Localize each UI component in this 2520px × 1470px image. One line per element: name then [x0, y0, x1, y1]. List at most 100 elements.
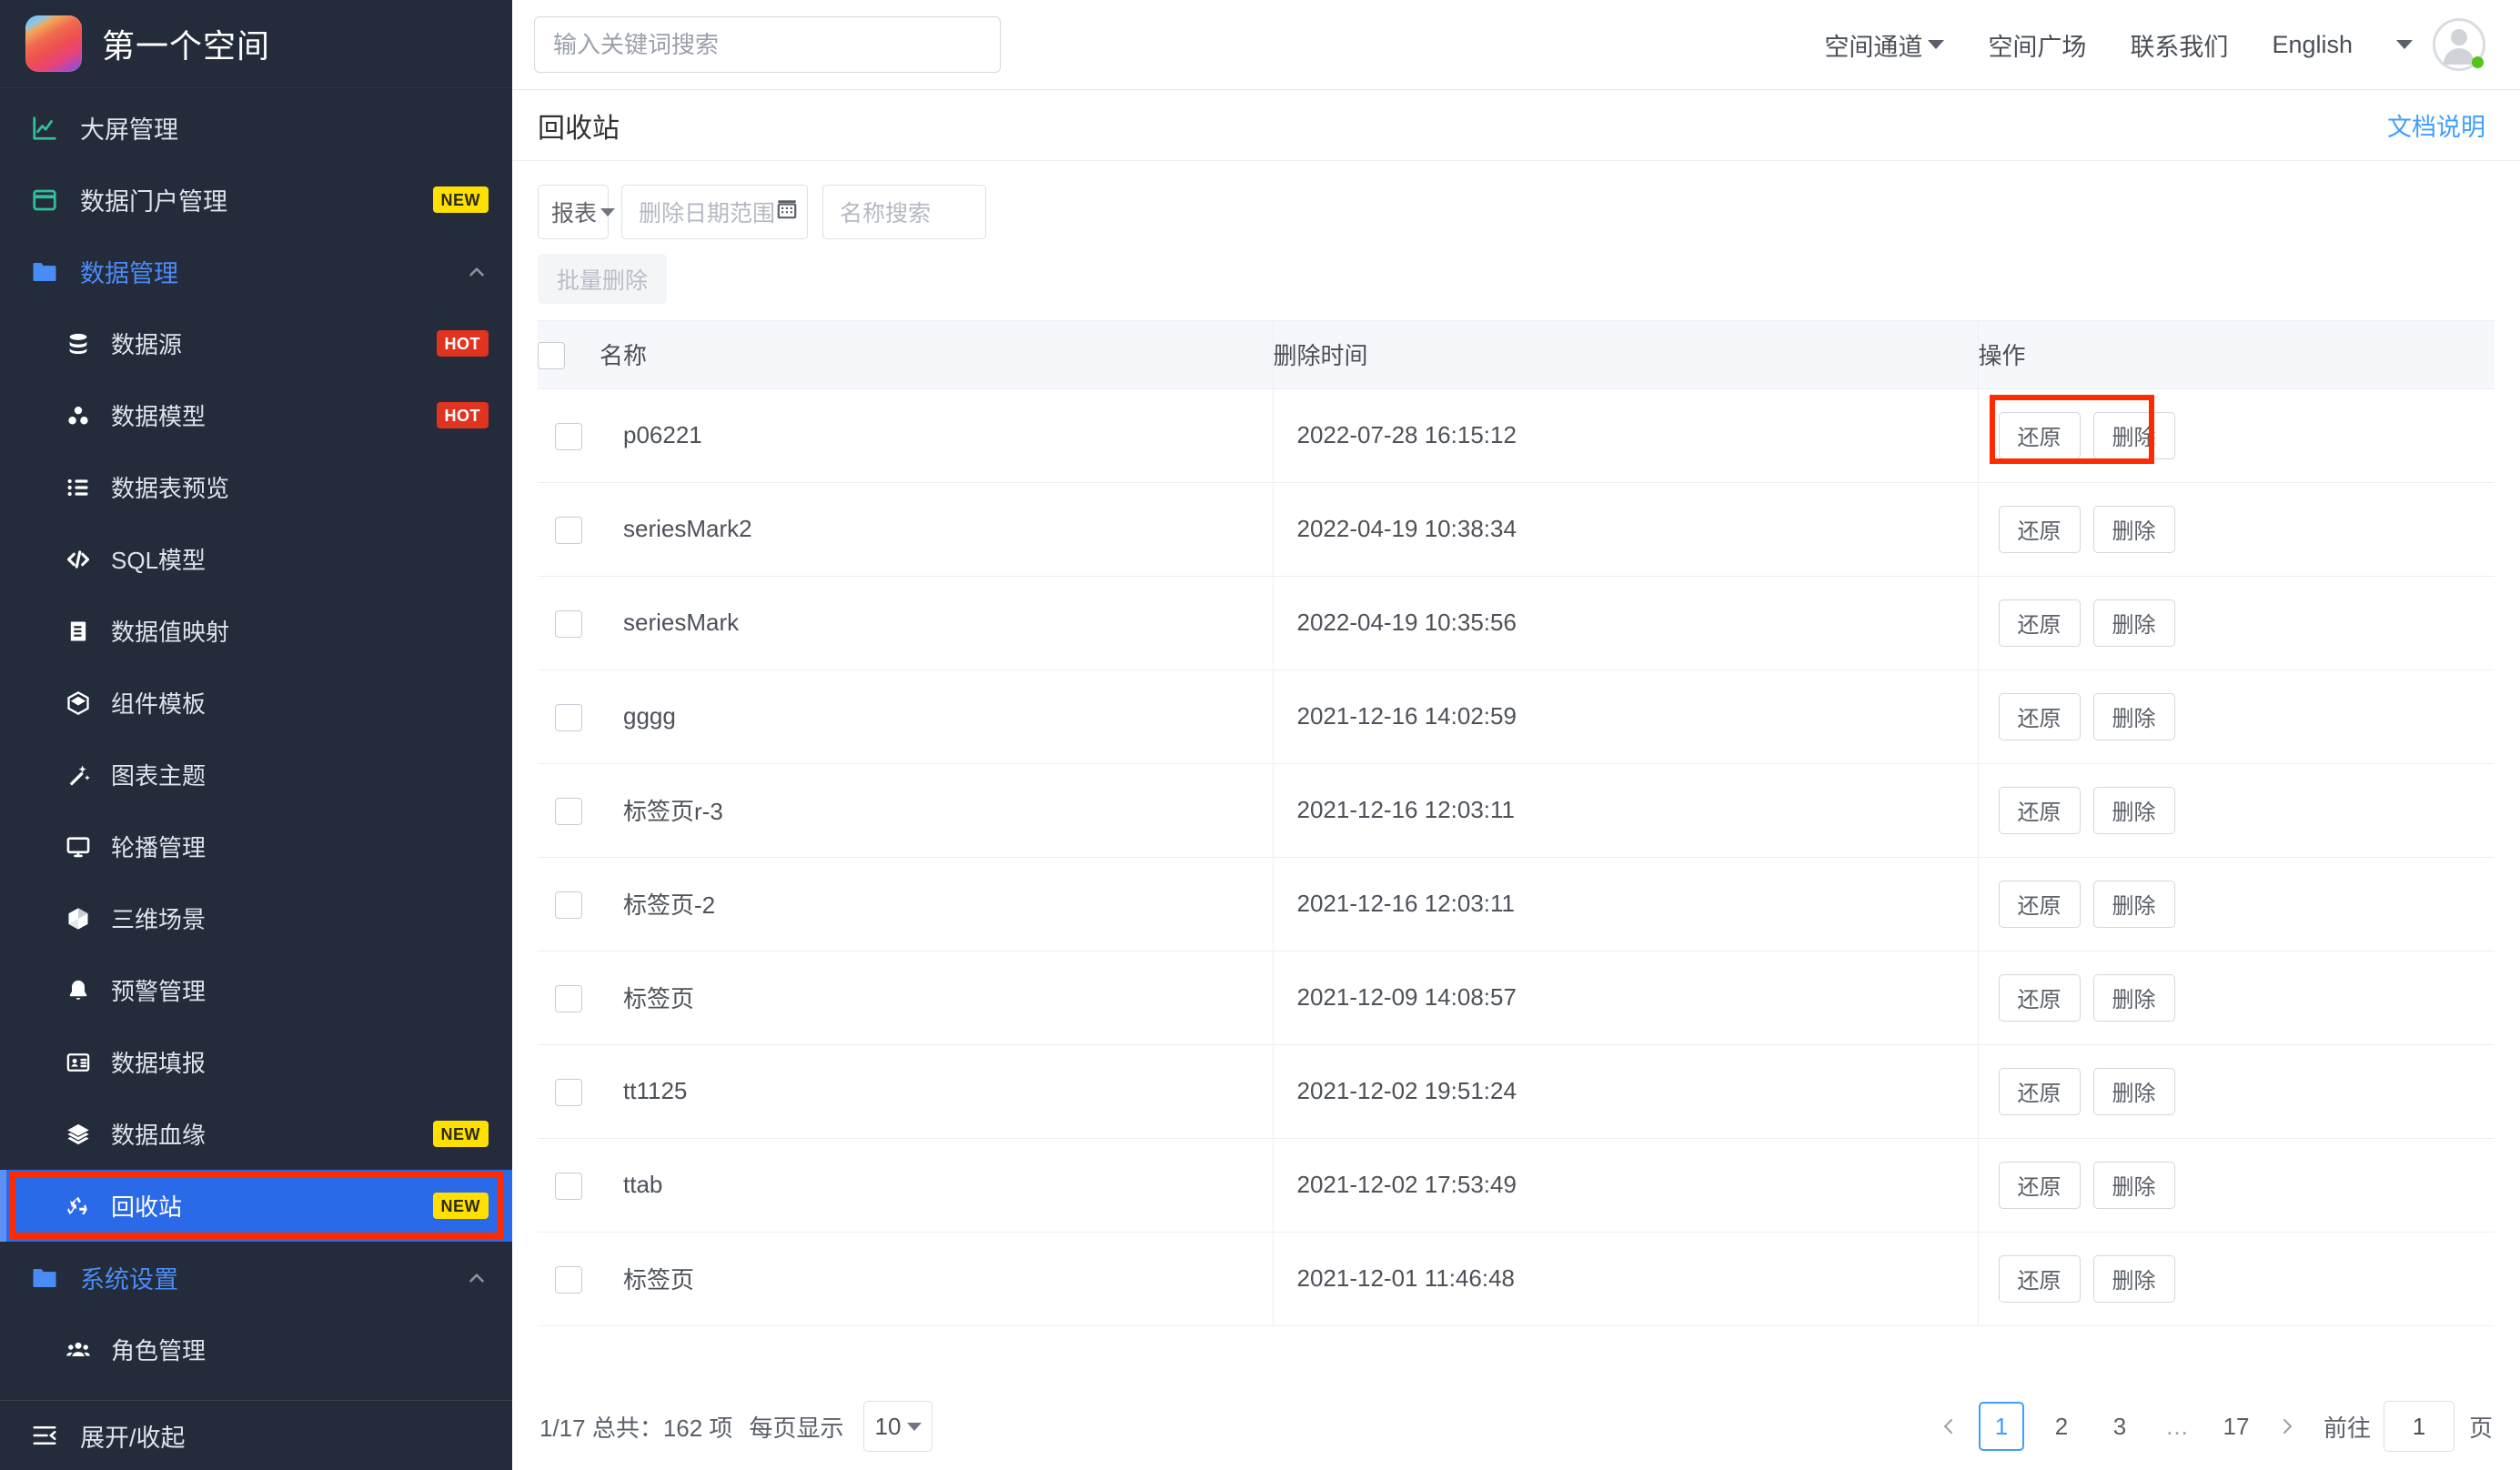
restore-button[interactable]: 还原	[1998, 1067, 2081, 1115]
restore-button[interactable]: 还原	[1998, 880, 2081, 928]
restore-button[interactable]: 还原	[1998, 973, 2081, 1022]
page-button-last[interactable]: 17	[2215, 1405, 2257, 1448]
column-header-deleted-at[interactable]: 删除时间	[1272, 321, 1978, 389]
delete-button[interactable]: 删除	[2092, 880, 2175, 928]
account-menu-toggle[interactable]	[2396, 18, 2485, 71]
sidebar-item-role-management[interactable]: 角色管理	[0, 1314, 512, 1385]
brand[interactable]: 第一个空间	[0, 0, 512, 88]
delete-button[interactable]: 删除	[2092, 1067, 2175, 1115]
table-row[interactable]: seriesMark2 2022-04-19 10:38:34 还原 删除	[538, 482, 2495, 577]
doc-link[interactable]: 文档说明	[2387, 107, 2485, 143]
restore-button[interactable]: 还原	[1998, 692, 2081, 740]
select-all-checkbox[interactable]	[538, 341, 565, 369]
code-icon	[60, 547, 96, 572]
sidebar-item-data-entry[interactable]: 数据填报	[0, 1026, 512, 1098]
row-action-buttons: 还原 删除	[1979, 1067, 2495, 1115]
global-search[interactable]	[534, 16, 1001, 73]
row-action-buttons: 还原 删除	[1979, 505, 2495, 553]
sidebar-collapse-toggle[interactable]: 展开/收起	[0, 1400, 512, 1470]
restore-button[interactable]: 还原	[1998, 1161, 2081, 1209]
restore-button[interactable]: 还原	[1998, 1254, 2081, 1303]
sidebar-item-data-lineage[interactable]: 数据血缘 NEW	[0, 1098, 512, 1170]
row-checkbox[interactable]	[555, 609, 582, 638]
sidebar-item-3d-scene[interactable]: 三维场景	[0, 882, 512, 954]
delete-button[interactable]: 删除	[2092, 505, 2175, 553]
name-search-field[interactable]: 名称搜索	[822, 185, 986, 239]
delete-button[interactable]: 删除	[2092, 973, 2175, 1022]
sidebar-group-data-management[interactable]: 数据管理	[0, 236, 512, 307]
search-input[interactable]	[553, 30, 982, 59]
row-checkbox[interactable]	[555, 984, 582, 1012]
chevron-right-icon[interactable]	[2265, 1405, 2309, 1448]
row-checkbox[interactable]	[555, 1078, 582, 1106]
sidebar-item-label: 预警管理	[111, 978, 207, 1005]
table-row[interactable]: seriesMark 2022-04-19 10:35:56 还原 删除	[538, 576, 2495, 670]
sidebar-group-system-settings[interactable]: 系统设置	[0, 1242, 512, 1314]
table-row[interactable]: 标签页r-3 2021-12-16 12:03:11 还原 删除	[538, 763, 2495, 858]
page-button-2[interactable]: 2	[2041, 1405, 2082, 1448]
restore-button[interactable]: 还原	[1998, 786, 2081, 834]
sidebar-item-table-preview[interactable]: 数据表预览	[0, 451, 512, 523]
row-checkbox[interactable]	[555, 1265, 582, 1294]
type-select[interactable]: 报表	[538, 185, 616, 239]
table-row[interactable]: tt1125 2021-12-02 19:51:24 还原 删除	[538, 1044, 2495, 1139]
avatar[interactable]	[2433, 18, 2485, 71]
column-header-name[interactable]: 名称	[600, 321, 1273, 389]
restore-button[interactable]: 还原	[1998, 599, 2081, 647]
per-page-select[interactable]: 10	[863, 1401, 933, 1452]
table-row[interactable]: ttab 2021-12-02 17:53:49 还原 删除	[538, 1138, 2495, 1233]
nav-space-square[interactable]: 空间广场	[1988, 27, 2086, 63]
goto-label: 前往	[2323, 1414, 2371, 1442]
row-checkbox[interactable]	[555, 891, 582, 919]
goto-page-input[interactable]	[2383, 1401, 2454, 1452]
sidebar-item-carousel[interactable]: 轮播管理	[0, 811, 512, 882]
table-row[interactable]: 标签页 2021-12-09 14:08:57 还原 删除	[538, 951, 2495, 1045]
sidebar-item-recycle-bin[interactable]: 回收站 NEW	[0, 1170, 512, 1242]
nav-language[interactable]: English	[2272, 31, 2353, 59]
sidebar-item-sql-model[interactable]: SQL模型	[0, 523, 512, 595]
row-checkbox[interactable]	[555, 1172, 582, 1200]
sidebar-item-value-mapping[interactable]: 数据值映射	[0, 595, 512, 667]
sidebar-item-label: 数据值映射	[111, 619, 230, 646]
delete-button[interactable]: 删除	[2092, 411, 2175, 459]
sidebar-item-label: 轮播管理	[111, 834, 207, 861]
restore-button[interactable]: 还原	[1998, 505, 2081, 553]
restore-button[interactable]: 还原	[1998, 411, 2081, 459]
row-checkbox[interactable]	[555, 703, 582, 731]
collapse-icon	[25, 1422, 64, 1449]
row-checkbox[interactable]	[555, 516, 582, 544]
folder-icon	[25, 1266, 64, 1290]
page-ellipsis[interactable]: …	[2157, 1405, 2199, 1448]
delete-button[interactable]: 删除	[2092, 692, 2175, 740]
page-button-3[interactable]: 3	[2099, 1405, 2141, 1448]
batch-delete-button[interactable]: 批量删除	[538, 254, 668, 304]
sidebar-item-chart-theme[interactable]: 图表主题	[0, 739, 512, 811]
chevron-left-icon[interactable]	[1927, 1405, 1971, 1448]
sidebar-item-data-portal[interactable]: 数据门户管理 NEW	[0, 164, 512, 236]
sidebar-item-dashboard[interactable]: 大屏管理	[0, 92, 512, 164]
table-row[interactable]: 标签页 2021-12-01 11:46:48 还原 删除	[538, 1232, 2495, 1326]
sidebar-item-datasource[interactable]: 数据源 HOT	[0, 307, 512, 379]
cell-actions: 还原 删除	[1977, 1044, 2495, 1139]
page-button-1[interactable]: 1	[1978, 1402, 2024, 1451]
table-row[interactable]: 标签页-2 2021-12-16 12:03:11 还原 删除	[538, 857, 2495, 951]
row-checkbox[interactable]	[555, 422, 582, 450]
delete-button[interactable]: 删除	[2092, 1254, 2175, 1303]
nav-contact-us[interactable]: 联系我们	[2130, 27, 2228, 63]
chevron-up-icon[interactable]	[465, 260, 489, 284]
row-select-cell	[538, 857, 600, 951]
chevron-up-icon[interactable]	[465, 1266, 489, 1290]
sidebar-item-component-template[interactable]: 组件模板	[0, 667, 512, 739]
delete-button[interactable]: 删除	[2092, 599, 2175, 647]
sidebar-item-alerts[interactable]: 预警管理	[0, 954, 512, 1026]
cell-deleted-at: 2021-12-01 11:46:48	[1272, 1232, 1978, 1326]
row-checkbox[interactable]	[555, 797, 582, 825]
delete-button[interactable]: 删除	[2092, 786, 2175, 834]
pagination-summary-group: 1/17 总共：162 项 每页显示 10	[539, 1401, 933, 1452]
table-row[interactable]: gggg 2021-12-16 14:02:59 还原 删除	[538, 670, 2495, 764]
nav-space-channel[interactable]: 空间通道	[1824, 27, 1945, 63]
table-row[interactable]: p06221 2022-07-28 16:15:12 还原 删除	[538, 388, 2495, 483]
delete-button[interactable]: 删除	[2092, 1161, 2175, 1209]
delete-date-range-picker[interactable]: 删除日期范围	[621, 185, 808, 239]
sidebar-item-datamodel[interactable]: 数据模型 HOT	[0, 379, 512, 451]
